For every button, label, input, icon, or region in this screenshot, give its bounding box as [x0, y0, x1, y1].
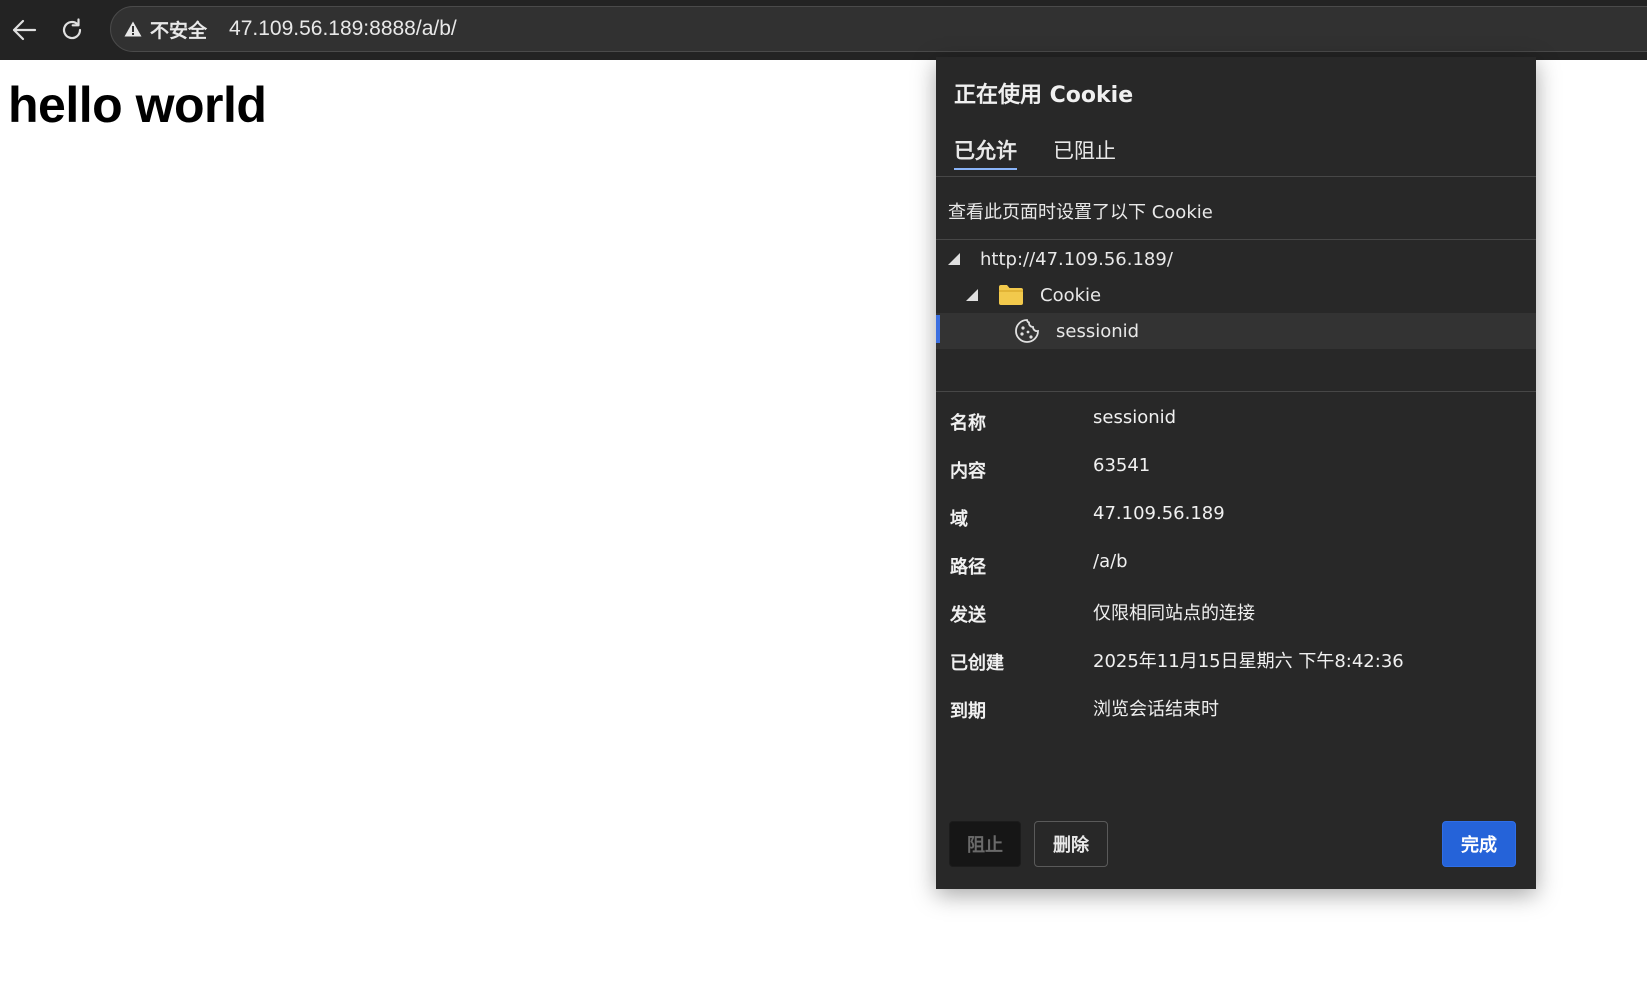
warning-triangle-icon[interactable] [124, 20, 142, 38]
address-bar[interactable]: 不安全 47.109.56.189:8888/a/b/ [110, 6, 1647, 52]
detail-value-expires: 浏览会话结束时 [1093, 699, 1219, 720]
tree-item-sessionid[interactable]: sessionid [936, 313, 1536, 349]
page-heading: hello world [8, 77, 267, 133]
delete-button[interactable]: 删除 [1034, 821, 1108, 867]
detail-value-content: 63541 [1093, 455, 1151, 476]
tab-blocked[interactable]: 已阻止 [1053, 135, 1116, 168]
detail-label-path: 路径 [950, 557, 986, 578]
detail-label-created: 已创建 [950, 653, 1004, 674]
folder-label: Cookie [1040, 284, 1102, 306]
done-button[interactable]: 完成 [1442, 821, 1516, 867]
divider [936, 176, 1536, 177]
detail-value-domain: 47.109.56.189 [1093, 503, 1225, 524]
origin-label: http://47.109.56.189/ [980, 248, 1173, 270]
security-status-label[interactable]: 不安全 [150, 16, 207, 43]
expand-triangle-icon[interactable] [948, 253, 960, 265]
dialog-title: 正在使用 Cookie [954, 83, 1134, 108]
tree-item-cookie-folder[interactable]: Cookie [936, 277, 1536, 313]
folder-icon [998, 283, 1026, 307]
detail-label-domain: 域 [950, 509, 968, 530]
cookie-name-label: sessionid [1056, 320, 1140, 342]
block-button[interactable]: 阻止 [949, 821, 1021, 867]
back-button[interactable] [0, 6, 48, 54]
detail-label-content: 内容 [950, 461, 986, 482]
reload-icon [62, 18, 82, 40]
divider [936, 391, 1536, 392]
detail-value-created: 2025年11月15日星期六 下午8:42:36 [1093, 651, 1404, 672]
selection-indicator [936, 315, 940, 343]
divider [936, 239, 1536, 240]
detail-label-expires: 到期 [950, 701, 986, 722]
detail-label-send-for: 发送 [950, 605, 986, 626]
tree-item-origin[interactable]: http://47.109.56.189/ [936, 241, 1536, 277]
detail-value-send-for: 仅限相同站点的连接 [1093, 603, 1255, 624]
cookie-icon [1014, 317, 1042, 345]
cookie-description: 查看此页面时设置了以下 Cookie [948, 202, 1213, 223]
expand-triangle-icon[interactable] [966, 289, 978, 301]
back-arrow-icon [12, 19, 37, 41]
cookies-in-use-dialog: 正在使用 Cookie 已允许 已阻止 查看此页面时设置了以下 Cookie h… [936, 57, 1536, 889]
tab-allowed[interactable]: 已允许 [954, 135, 1017, 170]
detail-value-name: sessionid [1093, 407, 1177, 428]
url-text[interactable]: 47.109.56.189:8888/a/b/ [229, 17, 457, 41]
browser-toolbar: 不安全 47.109.56.189:8888/a/b/ [0, 0, 1647, 60]
reload-button[interactable] [48, 6, 96, 54]
detail-label-name: 名称 [950, 413, 986, 434]
detail-value-path: /a/b [1093, 551, 1128, 572]
